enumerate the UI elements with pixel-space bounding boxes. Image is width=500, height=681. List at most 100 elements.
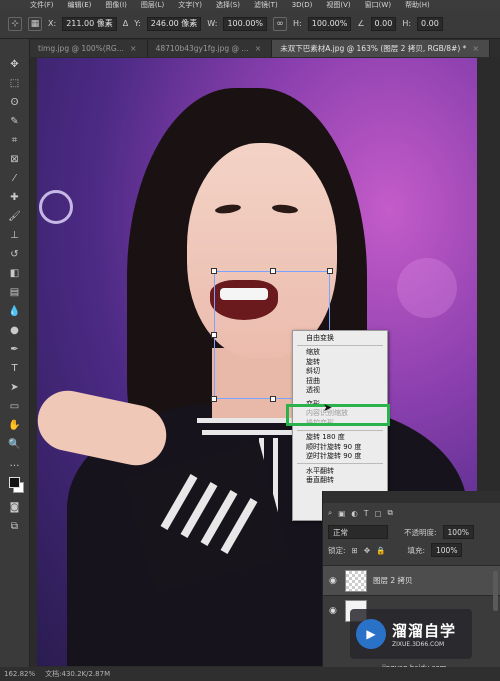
menu-item-flip-horizontal[interactable]: 水平翻转 [293, 466, 387, 476]
close-icon[interactable]: × [255, 44, 262, 53]
menu-image[interactable]: 图像(I) [105, 0, 127, 9]
eraser-tool-icon[interactable]: ◧ [6, 266, 24, 280]
close-icon[interactable]: × [130, 44, 137, 53]
menu-select[interactable]: 选择(S) [216, 0, 240, 9]
menu-help[interactable]: 帮助(H) [405, 0, 430, 9]
tab-active-document[interactable]: 未双下巴素材A.jpg @ 163% (图层 2 拷贝, RGB/8#) * × [272, 40, 491, 57]
filter-icon[interactable]: ⌕ [328, 508, 332, 518]
dodge-tool-icon[interactable]: ● [6, 323, 24, 337]
zoom-level[interactable]: 162.82% [4, 670, 35, 678]
brush-tool-icon[interactable]: 🖌 [6, 209, 24, 223]
adjust-filter-icon[interactable]: ◐ [351, 509, 358, 518]
menu-item-flip-vertical[interactable]: 垂直翻转 [293, 476, 387, 486]
watermark-text: 溜溜自学 ZIXUE.3D66.COM [392, 620, 456, 648]
menu-item-distort[interactable]: 扭曲 [293, 376, 387, 386]
pen-tool-icon[interactable]: ✒ [6, 342, 24, 356]
quick-select-tool-icon[interactable]: ✎ [6, 114, 24, 128]
fill-field[interactable]: 100% [431, 543, 463, 557]
blend-mode-select[interactable]: 正常 [328, 525, 388, 539]
layer-thumbnail [345, 569, 367, 592]
move-tool-icon[interactable]: ✥ [6, 57, 24, 71]
fill-label: 填充: [407, 545, 425, 555]
h2-field[interactable]: 0.00 [417, 16, 443, 31]
layers-panel-header [323, 491, 500, 503]
visibility-eye-icon[interactable]: ◉ [329, 576, 339, 586]
menu-edit[interactable]: 编辑(E) [68, 0, 92, 9]
menu-view[interactable]: 视图(V) [326, 0, 350, 9]
smart-filter-icon[interactable]: ⧉ [388, 508, 393, 518]
layer-row[interactable]: ◉ 图层 2 拷贝 [323, 565, 500, 595]
lock-all-icon[interactable]: 🔒 [376, 546, 385, 555]
h-field[interactable]: 100.00% [307, 16, 352, 31]
transform-handle[interactable] [211, 332, 217, 338]
w-field[interactable]: 100.00% [223, 16, 268, 31]
lock-position-icon[interactable]: ✥ [364, 546, 370, 555]
menu-layer[interactable]: 图层(L) [141, 0, 164, 9]
zoom-tool-icon[interactable]: 🔍 [6, 437, 24, 451]
image-filter-icon[interactable]: ▣ [338, 509, 345, 518]
menu-file[interactable]: 文件(F) [30, 0, 54, 9]
shape-tool-icon[interactable]: ▭ [6, 399, 24, 413]
foreground-color[interactable] [9, 477, 20, 488]
quick-mask-icon[interactable]: ◙ [6, 500, 24, 514]
reference-point-icon[interactable]: ▦ [28, 16, 42, 31]
menu-bar: 文件(F) 编辑(E) 图像(I) 图层(L) 文字(Y) 选择(S) 滤镜(T… [0, 0, 500, 9]
eyedropper-tool-icon[interactable]: ⁄ [6, 171, 24, 185]
visibility-eye-icon[interactable]: ◉ [329, 606, 339, 616]
transform-handle[interactable] [327, 268, 333, 274]
menu-3d[interactable]: 3D(D) [292, 1, 313, 9]
lock-row: 锁定: ⊞ ✥ 🔒 填充: 100% [323, 541, 500, 559]
healing-tool-icon[interactable]: ✚ [6, 190, 24, 204]
crop-tool-icon[interactable]: ⌗ [6, 133, 24, 147]
shape-filter-icon[interactable]: ▢ [374, 509, 381, 518]
tools-panel: ✥ ⬚ ʘ ✎ ⌗ ⊠ ⁄ ✚ 🖌 ⊥ ↺ ◧ ▤ 💧 ● ✒ T ➤ ▭ ✋ … [0, 39, 30, 667]
y-field[interactable]: 246.00 像素 [146, 16, 202, 31]
transform-handle[interactable] [270, 396, 276, 402]
tab-label: 未双下巴素材A.jpg @ 163% (图层 2 拷贝, RGB/8#) * [280, 44, 467, 53]
watermark-title: 溜溜自学 [392, 622, 457, 640]
transform-handle[interactable] [211, 268, 217, 274]
history-brush-icon[interactable]: ↺ [6, 247, 24, 261]
frame-tool-icon[interactable]: ⊠ [6, 152, 24, 166]
color-swatches[interactable] [6, 475, 24, 495]
menu-item-rotate-90-ccw[interactable]: 逆时针旋转 90 度 [293, 452, 387, 462]
transform-handle[interactable] [270, 268, 276, 274]
menu-item-rotate-90-cw[interactable]: 顺时针旋转 90 度 [293, 442, 387, 452]
gradient-tool-icon[interactable]: ▤ [6, 285, 24, 299]
menu-item-skew[interactable]: 斜切 [293, 367, 387, 377]
warp-highlight-box [286, 404, 390, 426]
stamp-tool-icon[interactable]: ⊥ [6, 228, 24, 242]
x-field[interactable]: 211.00 像素 [62, 16, 117, 31]
menu-item-rotate[interactable]: 旋转 [293, 357, 387, 367]
document-size: 文档:430.2K/2.87M [45, 670, 111, 678]
lasso-tool-icon[interactable]: ʘ [6, 95, 24, 109]
angle-field[interactable]: 0.00 [370, 16, 397, 31]
hand-tool-icon[interactable]: ✋ [6, 418, 24, 432]
transform-tool-icon[interactable]: ⊹ [8, 16, 22, 31]
transform-handle[interactable] [211, 396, 217, 402]
lock-pixels-icon[interactable]: ⊞ [352, 546, 358, 555]
tab-timg[interactable]: timg.jpg @ 100%(RG... × [30, 40, 148, 57]
menu-item-rotate-180[interactable]: 旋转 180 度 [293, 433, 387, 443]
menu-item-free-transform[interactable]: 自由变换 [293, 333, 387, 343]
type-filter-icon[interactable]: T [364, 509, 369, 518]
marquee-tool-icon[interactable]: ⬚ [6, 76, 24, 90]
more-tools-icon[interactable]: … [6, 456, 24, 470]
screen-mode-icon[interactable]: ⧉ [6, 519, 24, 533]
menu-item-perspective[interactable]: 透视 [293, 386, 387, 396]
menu-item-scale[interactable]: 缩放 [293, 348, 387, 358]
menu-filter[interactable]: 滤镜(T) [254, 0, 278, 9]
opacity-field[interactable]: 100% [442, 525, 474, 539]
link-icon[interactable]: ∞ [273, 16, 288, 31]
path-select-tool-icon[interactable]: ➤ [6, 380, 24, 394]
layers-scrollbar[interactable] [493, 571, 498, 611]
menu-type[interactable]: 文字(Y) [178, 0, 202, 9]
y-label: Y: [134, 19, 141, 28]
tab-48710[interactable]: 48710b43gy1fg.jpg @ ... × [147, 40, 273, 57]
menu-window[interactable]: 窗口(W) [365, 0, 391, 9]
document-tabs: timg.jpg @ 100%(RG... × 48710b43gy1fg.jp… [30, 39, 500, 57]
type-tool-icon[interactable]: T [6, 361, 24, 375]
blur-tool-icon[interactable]: 💧 [6, 304, 24, 318]
close-icon[interactable]: × [472, 44, 479, 53]
watermark-badge: ▶ 溜溜自学 ZIXUE.3D66.COM [350, 609, 472, 659]
